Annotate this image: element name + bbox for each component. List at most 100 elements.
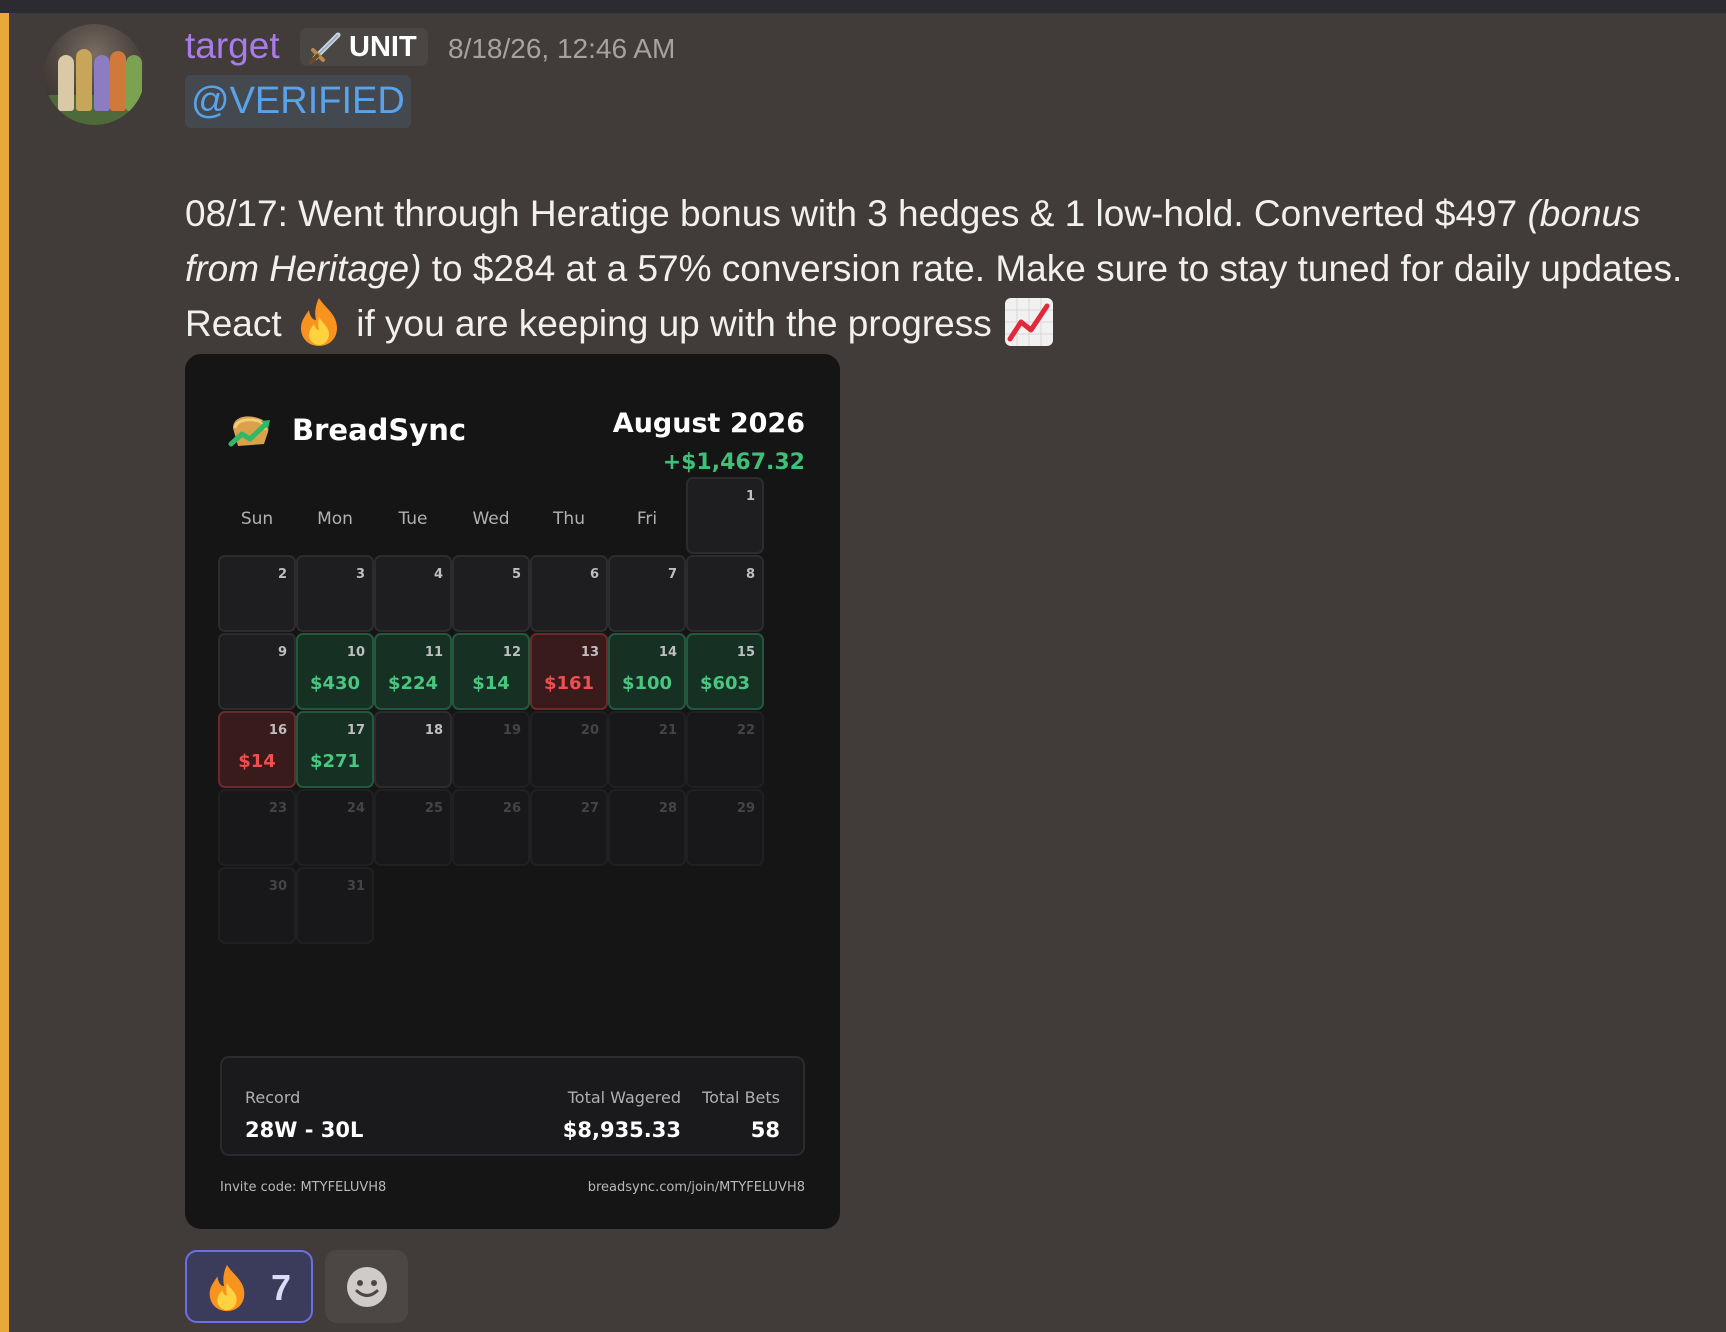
calendar-day[interactable]: 24: [296, 789, 374, 866]
day-number: 14: [658, 645, 677, 660]
day-number: 18: [424, 723, 443, 738]
day-number: 5: [511, 567, 521, 582]
day-number: 16: [268, 723, 287, 738]
calendar-day[interactable]: 13 $161: [530, 633, 608, 710]
day-number: 13: [580, 645, 599, 660]
day-number: 23: [268, 801, 287, 816]
role-tag[interactable]: UNIT: [300, 28, 428, 66]
calendar-day[interactable]: 31: [296, 867, 374, 944]
mention-highlight-bar: [0, 13, 9, 1332]
total-bets-value: 58: [750, 1118, 780, 1142]
month-profit: +$1,467.32: [662, 450, 805, 475]
calendar-day[interactable]: 21: [608, 711, 686, 788]
calendar-day[interactable]: 14 $100: [608, 633, 686, 710]
message-timestamp[interactable]: 8/18/26, 12:46 AM: [448, 32, 675, 66]
invite-url: breadsync.com/join/MTYFELUVH8: [587, 1180, 805, 1195]
chart-increasing-icon: [1005, 298, 1054, 347]
invite-code: Invite code: MTYFELUVH8: [220, 1180, 387, 1195]
day-number: 25: [424, 801, 443, 816]
calendar-day[interactable]: 12 $14: [452, 633, 530, 710]
weekday-header: Wed: [472, 509, 510, 529]
weekday-header: Thu: [553, 509, 585, 529]
sword-icon: [309, 32, 341, 64]
total-wagered-value: $8,935.33: [562, 1118, 681, 1142]
day-number: 29: [736, 801, 755, 816]
day-number: 15: [736, 645, 755, 660]
day-amount: $161: [543, 673, 595, 694]
calendar-day[interactable]: 5: [452, 555, 530, 632]
calendar-day[interactable]: 16 $14: [218, 711, 296, 788]
day-number: 9: [277, 645, 287, 660]
day-number: 20: [580, 723, 599, 738]
calendar-day[interactable]: 15 $603: [686, 633, 764, 710]
day-number: 7: [667, 567, 677, 582]
day-number: 12: [502, 645, 521, 660]
role-tag-label: UNIT: [349, 30, 417, 63]
breadsync-calendar-card[interactable]: BreadSync August 2026 +$1,467.32 Sun Mon T…: [185, 354, 840, 1229]
day-number: 2: [277, 567, 287, 582]
message-text-part3: if you are keeping up with the progress: [345, 303, 1003, 344]
day-number: 10: [346, 645, 365, 660]
calendar-day[interactable]: 28: [608, 789, 686, 866]
day-number: 4: [433, 567, 443, 582]
fire-icon: [300, 298, 337, 347]
day-number: 21: [658, 723, 677, 738]
calendar-day[interactable]: 19: [452, 711, 530, 788]
day-number: 3: [355, 567, 365, 582]
fire-icon: [209, 1264, 245, 1312]
record-label: Record: [245, 1088, 301, 1107]
reaction-fire[interactable]: 7: [185, 1250, 313, 1323]
calendar-day[interactable]: 18: [374, 711, 452, 788]
author-username[interactable]: target: [185, 22, 280, 70]
weekday-header: Tue: [398, 509, 428, 529]
day-number: 6: [589, 567, 599, 582]
day-number: 26: [502, 801, 521, 816]
day-number: 17: [346, 723, 365, 738]
calendar-day[interactable]: 25: [374, 789, 452, 866]
role-mention[interactable]: @VERIFIED: [185, 75, 411, 128]
calendar-day[interactable]: 20: [530, 711, 608, 788]
day-amount: $603: [699, 673, 751, 694]
day-number: 31: [346, 879, 365, 894]
calendar-day[interactable]: 8: [686, 555, 764, 632]
calendar-day[interactable]: 6: [530, 555, 608, 632]
calendar-day[interactable]: 26: [452, 789, 530, 866]
calendar-day[interactable]: 27: [530, 789, 608, 866]
day-amount: $14: [238, 751, 276, 772]
calendar-day[interactable]: 23: [218, 789, 296, 866]
record-value: 28W - 30L: [245, 1118, 364, 1142]
reaction-count: 7: [271, 1267, 292, 1308]
day-number: 19: [502, 723, 521, 738]
stats-panel: Record 28W - 30L Total Wagered $8,935.33…: [220, 1056, 805, 1156]
calendar-day[interactable]: 4: [374, 555, 452, 632]
calendar-day[interactable]: 1: [686, 477, 764, 554]
calendar-day[interactable]: 11 $224: [374, 633, 452, 710]
day-amount: $430: [309, 673, 361, 694]
calendar-day[interactable]: 3: [296, 555, 374, 632]
calendar-day[interactable]: 7: [608, 555, 686, 632]
user-avatar[interactable]: [44, 24, 145, 125]
calendar-day[interactable]: 10 $430: [296, 633, 374, 710]
calendar-day[interactable]: 2: [218, 555, 296, 632]
weekday-header: Fri: [636, 509, 658, 529]
day-number: 22: [736, 723, 755, 738]
message-text: 08/17: Went through Heratige bonus with …: [185, 186, 1685, 353]
calendar-day[interactable]: 22: [686, 711, 764, 788]
total-wagered-label: Total Wagered: [567, 1088, 681, 1107]
calendar-day[interactable]: 17 $271: [296, 711, 374, 788]
day-number: 8: [745, 567, 755, 582]
total-bets-label: Total Bets: [702, 1088, 780, 1107]
calendar-day[interactable]: 29: [686, 789, 764, 866]
brand-name: BreadSync: [292, 413, 467, 447]
message-text-part1: 08/17: Went through Heratige bonus with …: [185, 193, 1528, 234]
calendar-day[interactable]: 30: [218, 867, 296, 944]
day-number: 1: [745, 489, 755, 504]
day-number: 24: [346, 801, 365, 816]
weekday-header: Sun: [240, 509, 274, 529]
window-top-bar: [0, 0, 1726, 13]
day-number: 28: [658, 801, 677, 816]
add-reaction-button[interactable]: [325, 1250, 408, 1323]
calendar-day[interactable]: 9: [218, 633, 296, 710]
smiley-add-reaction-icon: [347, 1267, 387, 1307]
day-amount: $224: [387, 673, 439, 694]
